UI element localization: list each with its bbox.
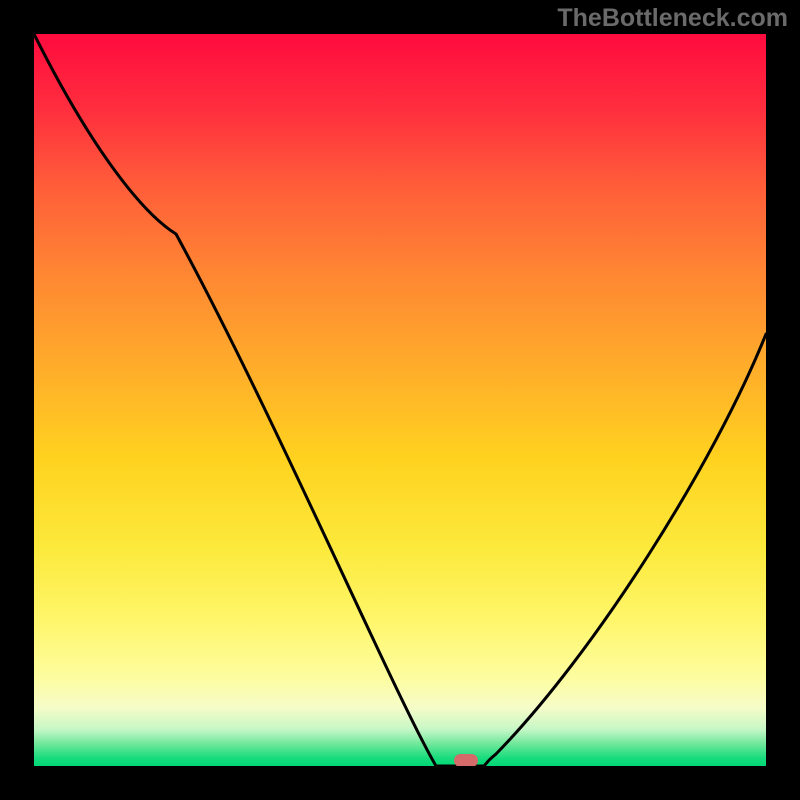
bottleneck-curve bbox=[34, 34, 766, 766]
watermark: TheBottleneck.com bbox=[557, 4, 788, 33]
plot-area bbox=[34, 34, 766, 766]
optimum-marker bbox=[454, 754, 478, 766]
chart-container: TheBottleneck.com bbox=[0, 0, 800, 800]
